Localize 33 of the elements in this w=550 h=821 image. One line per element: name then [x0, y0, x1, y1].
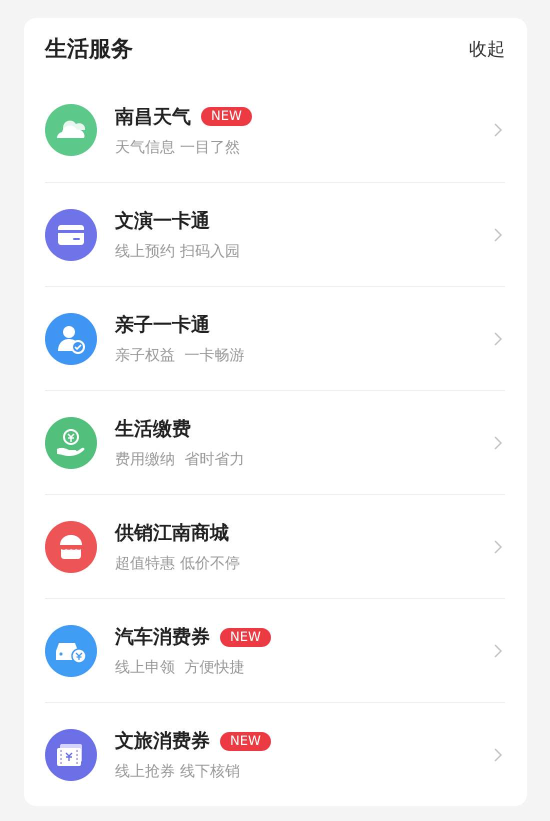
service-item[interactable]: 汽车消费券 NEW 线上申领 方便快捷 — [45, 598, 505, 702]
chevron-right-icon — [493, 538, 503, 554]
service-item[interactable]: 生活缴费 费用缴纳 省时省力 — [45, 390, 505, 494]
service-title: 汽车消费券 — [115, 625, 210, 650]
service-description: 超值特惠 低价不停 — [115, 554, 241, 573]
chevron-right-icon — [493, 226, 503, 242]
service-description: 费用缴纳 省时省力 — [115, 450, 246, 469]
chevron-right-icon — [493, 642, 503, 658]
chevron-right-icon — [493, 746, 503, 762]
new-badge: NEW — [201, 107, 252, 126]
service-description: 线上抢券 线下核销 — [115, 762, 241, 781]
new-badge: NEW — [220, 732, 271, 750]
service-item[interactable]: 文演一卡通 线上预约 扫码入园 — [45, 182, 505, 286]
service-description: 天气信息 一目了然 — [115, 138, 241, 156]
service-item[interactable]: 供销江南商城 超值特惠 低价不停 — [45, 494, 505, 598]
service-description: 线上申领 方便快捷 — [115, 658, 246, 677]
chevron-right-icon — [493, 330, 503, 346]
service-title: 南昌天气 — [115, 104, 191, 130]
service-item[interactable]: 文旅消费券 NEW 线上抢券 线下核销 — [45, 702, 505, 806]
service-description: 亲子权益 一卡畅游 — [115, 346, 246, 365]
service-title: 亲子一卡通 — [115, 313, 210, 338]
chevron-right-icon — [493, 434, 503, 450]
service-item[interactable]: 亲子一卡通 亲子权益 一卡畅游 — [45, 286, 505, 390]
service-title: 供销江南商城 — [115, 521, 229, 546]
service-description: 线上预约 扫码入园 — [115, 242, 241, 261]
collapse-link[interactable]: 收起 — [469, 37, 505, 61]
section-title: 生活服务 — [45, 36, 133, 64]
service-title: 文旅消费券 — [115, 729, 210, 754]
service-title: 文演一卡通 — [115, 209, 210, 234]
new-badge: NEW — [220, 628, 271, 646]
service-title: 生活缴费 — [115, 417, 191, 442]
service-item[interactable]: 南昌天气 NEW 天气信息 一目了然 — [45, 78, 505, 182]
chevron-right-icon — [493, 122, 503, 138]
